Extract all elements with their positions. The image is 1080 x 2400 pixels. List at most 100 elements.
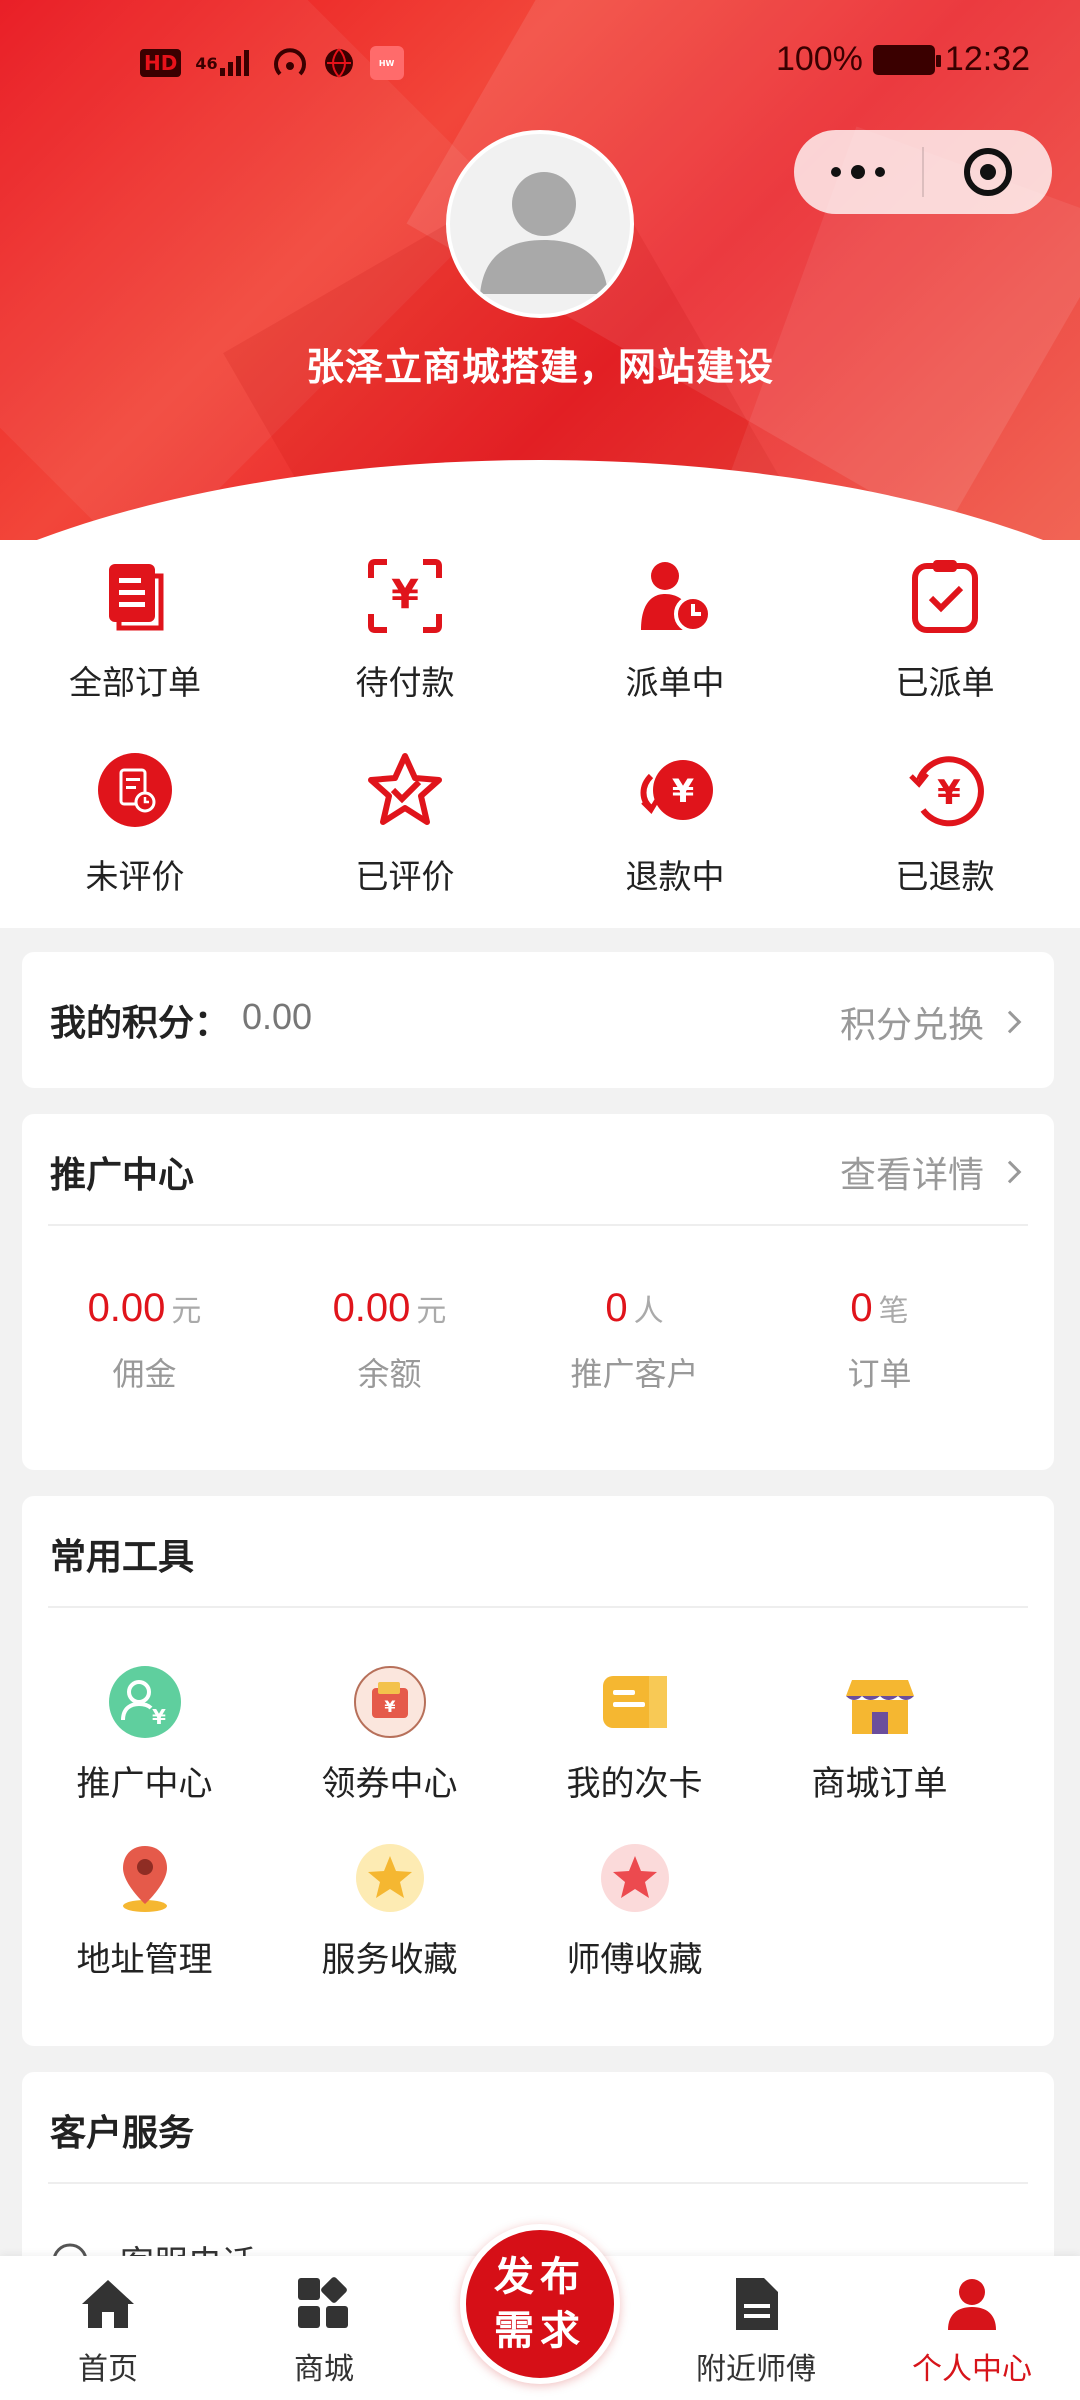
divider [48, 2182, 1028, 2184]
stat-value: 0.00 [87, 1286, 166, 1330]
stat-customers[interactable]: 0人 推广客户 [512, 1286, 757, 1395]
order-dispatched[interactable]: 已派单 [810, 540, 1080, 734]
tools-title: 常用工具 [50, 1537, 195, 1578]
stat-value: 0 [850, 1286, 873, 1330]
tool-label: 地址管理 [76, 1940, 213, 1980]
nav-mall[interactable]: 商城 [216, 2256, 432, 2400]
tool-my-card[interactable]: 我的次卡 [512, 1664, 757, 1805]
chevron-right-icon [998, 1160, 1022, 1184]
orders-doc-icon [109, 564, 164, 631]
nav-label: 附近师傅 [696, 2352, 816, 2387]
promotion-card: 推广中心 查看详情 0.00 元 佣金 0.00 元 余额 0人 推广客户 0笔 订… [22, 1114, 1054, 1470]
points-card: 我的积分： 0.00 积分兑换 [22, 952, 1054, 1088]
order-pending-payment[interactable]: ¥ 待付款 [270, 540, 540, 734]
stat-unit: 元 [416, 1294, 447, 1329]
stat-value: 0.00 [332, 1286, 411, 1330]
home-icon [82, 2280, 134, 2328]
tool-label: 推广中心 [76, 1764, 213, 1804]
chevron-right-icon [998, 1010, 1022, 1034]
miniprogram-capsule [794, 130, 1052, 214]
unrated-doc-clock-icon [98, 753, 172, 827]
stat-unit: 元 [171, 1294, 202, 1329]
battery-percent: 100% [775, 40, 863, 78]
nav-personal-center[interactable]: 个人中心 [864, 2256, 1080, 2400]
stat-label: 佣金 [112, 1355, 177, 1393]
tool-label: 师傅收藏 [566, 1940, 703, 1980]
tool-master-favorites[interactable]: 师傅收藏 [512, 1840, 757, 1981]
card-icon [602, 1676, 667, 1728]
stat-orders[interactable]: 0笔 订单 [757, 1286, 1002, 1395]
stat-label: 订单 [847, 1355, 912, 1393]
shop-store-icon [845, 1680, 914, 1734]
mall-grid-icon [298, 2277, 348, 2328]
coupon-wallet-icon: ¥ [353, 1666, 426, 1738]
points-label: 我的积分： [50, 1003, 231, 1044]
refunding-yen-icon: ¥ [640, 760, 713, 820]
person-icon [948, 2279, 996, 2330]
order-dispatching[interactable]: 派单中 [540, 540, 810, 734]
nav-label: 首页 [78, 2352, 138, 2387]
location-pin-icon [122, 1846, 167, 1912]
stat-unit: 笔 [878, 1294, 909, 1329]
nav-nearby-masters[interactable]: 附近师傅 [648, 2256, 864, 2400]
pending-payment-yen-icon: ¥ [368, 559, 442, 633]
order-rated[interactable]: 已评价 [270, 734, 540, 928]
publish-request-button[interactable]: 发布 需求 [460, 2224, 620, 2384]
dispatched-clipboard-check-icon [912, 560, 978, 633]
tool-coupon-center[interactable]: ¥ 领券中心 [267, 1664, 512, 1805]
divider [48, 1606, 1028, 1608]
promotion-title: 推广中心 [50, 1155, 195, 1196]
svg-text:¥: ¥ [672, 772, 694, 810]
more-button[interactable] [794, 130, 922, 214]
order-refunding[interactable]: ¥ 退款中 [540, 734, 810, 928]
nav-label: 个人中心 [912, 2352, 1032, 2387]
clock: 12:32 [944, 40, 1030, 78]
svg-text:¥: ¥ [937, 773, 961, 813]
points-exchange-label: 积分兑换 [839, 1005, 984, 1046]
promotion-detail-label: 查看详情 [839, 1155, 984, 1196]
signal-icon: 46 [195, 46, 257, 80]
promo-user-icon: ¥ [108, 1666, 181, 1738]
order-all-label: 全部订单 [69, 663, 201, 702]
order-all[interactable]: 全部订单 [0, 540, 270, 734]
tool-service-favorites[interactable]: 服务收藏 [267, 1840, 512, 1981]
stat-label: 余额 [357, 1355, 422, 1393]
master-star-icon [600, 1844, 669, 1912]
tool-promotion-center[interactable]: ¥ 推广中心 [22, 1664, 267, 1805]
nav-home[interactable]: 首页 [0, 2256, 216, 2400]
divider [48, 1224, 1028, 1226]
stat-label: 推广客户 [570, 1355, 699, 1393]
nav-label: 商城 [294, 2352, 354, 2387]
promotion-detail-link[interactable]: 查看详情 [839, 1146, 1022, 1198]
svg-text:¥: ¥ [152, 1705, 166, 1729]
svg-text:¥: ¥ [391, 572, 419, 618]
huawei-app-icon: HW [369, 46, 404, 80]
order-rated-label: 已评价 [355, 857, 455, 896]
tool-address-management[interactable]: 地址管理 [22, 1840, 267, 1981]
service-title: 客户服务 [50, 2113, 195, 2154]
avatar[interactable] [446, 130, 634, 318]
publish-line2: 需求 [494, 2308, 586, 2354]
tool-label: 商城订单 [811, 1764, 948, 1804]
tool-label: 服务收藏 [321, 1940, 458, 1980]
rated-star-check-icon [368, 753, 442, 825]
tool-label: 领券中心 [321, 1764, 458, 1804]
stat-value: 0 [605, 1286, 628, 1330]
tool-mall-orders[interactable]: 商城订单 [757, 1664, 1002, 1805]
close-miniprogram-button[interactable] [924, 130, 1052, 214]
tool-label: 我的次卡 [566, 1764, 703, 1804]
tools-card: 常用工具 ¥ 推广中心 ¥ 领券中心 我的次卡 商城订单 地址管理 服务收藏 师… [22, 1496, 1054, 2046]
stat-commission[interactable]: 0.00 元 佣金 [22, 1286, 267, 1395]
order-unrated-label: 未评价 [85, 857, 185, 896]
close-target-icon [964, 148, 1012, 196]
order-unrated[interactable]: 未评价 [0, 734, 270, 928]
profile-header: HD 46 HW 100% 12:32 张泽立商城搭建，网站建设 [0, 0, 1080, 540]
vpn-globe-icon [322, 46, 356, 80]
order-refunded[interactable]: ¥ 已退款 [810, 734, 1080, 928]
points-exchange-link[interactable]: 积分兑换 [839, 996, 1022, 1048]
order-refunded-label: 已退款 [895, 857, 995, 896]
points-value: 0.00 [242, 996, 313, 1037]
hotspot-icon [272, 46, 308, 80]
stat-balance[interactable]: 0.00 元 余额 [267, 1286, 512, 1395]
order-status-grid: 全部订单 ¥ 待付款 派单中 已派单 未评价 已评价 ¥ 退款中 ¥ 已退款 [0, 540, 1080, 928]
